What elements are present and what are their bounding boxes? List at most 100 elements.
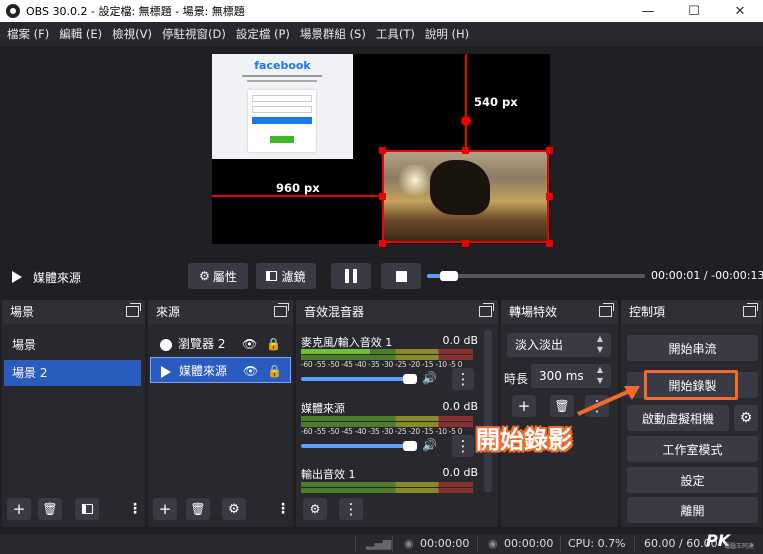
mixer-scrollbar[interactable]	[484, 330, 492, 492]
play-icon	[12, 271, 22, 283]
selection-box[interactable]	[382, 150, 549, 243]
lock-icon[interactable]: 🔒	[267, 358, 282, 384]
remove-source-button[interactable]: 🗑	[186, 498, 210, 520]
pause-icon	[345, 269, 357, 283]
stream-indicator-icon: ◉	[404, 537, 414, 550]
undock-icon[interactable]	[743, 303, 758, 317]
title-bar: OBS 30.0.2 - 設定檔: 無標題 - 場景: 無標題 — ☐ ✕	[0, 0, 763, 22]
source-label: 瀏覽器 2	[178, 337, 226, 351]
resize-handle[interactable]	[546, 147, 553, 154]
menu-view[interactable]: 檢視(V)	[107, 26, 157, 42]
gears-icon: ⚙	[309, 502, 321, 516]
plus-icon: +	[517, 397, 531, 415]
menu-scene-collection[interactable]: 場景群組 (S)	[295, 26, 371, 42]
volume-slider[interactable]	[301, 441, 417, 451]
maximize-button[interactable]: ☐	[671, 0, 717, 22]
scene-item[interactable]: 場景	[4, 332, 141, 358]
add-source-button[interactable]: +	[153, 498, 177, 520]
eye-icon[interactable]: 👁	[243, 358, 258, 384]
mixer-more-button[interactable]: ⋮	[339, 498, 363, 520]
stop-button[interactable]	[381, 263, 421, 289]
network-signal-icon: ▂▄▆	[366, 537, 392, 550]
settings-button[interactable]: 設定	[627, 467, 758, 493]
sources-dock: 來源 瀏覽器 2 👁 🔒 媒體來源 👁 🔒 + 🗑 ⚙ ⋮	[148, 300, 293, 527]
properties-button[interactable]: ⚙ 屬性	[188, 263, 248, 289]
menu-profile[interactable]: 設定檔 (P)	[231, 26, 295, 42]
annotation-callout: 開始錄影	[475, 425, 572, 454]
menu-file[interactable]: 檔案 (F)	[2, 26, 54, 42]
undock-icon[interactable]	[479, 303, 494, 317]
window-title: OBS 30.0.2 - 設定檔: 無標題 - 場景: 無標題	[26, 5, 245, 18]
remove-scene-button[interactable]: 🗑	[38, 498, 62, 520]
add-scene-button[interactable]: +	[7, 498, 31, 520]
select-arrows-icon[interactable]: ▲ ▼	[591, 333, 609, 357]
virtual-camera-settings-button[interactable]: ⚙	[734, 405, 758, 431]
status-divider	[477, 536, 478, 552]
more-icon: ⋮	[455, 370, 471, 388]
studio-mode-button[interactable]: 工作室模式	[627, 436, 758, 462]
lock-icon[interactable]: 🔒	[266, 331, 281, 357]
scene-filters-button[interactable]	[75, 498, 99, 520]
resize-handle[interactable]	[546, 193, 553, 200]
source-item-browser[interactable]: 瀏覽器 2 👁 🔒	[150, 331, 291, 357]
properties-label: 屬性	[212, 269, 237, 284]
minimize-button[interactable]: —	[625, 0, 671, 22]
menu-tools[interactable]: 工具(T)	[371, 26, 420, 42]
speaker-icon[interactable]: 🔊	[422, 438, 437, 452]
seek-knob[interactable]	[440, 271, 459, 281]
plus-icon: +	[158, 500, 172, 518]
controls-header: 控制項	[621, 300, 762, 324]
time-separator: /	[703, 269, 708, 282]
mixer-settings-button[interactable]: ⚙	[303, 498, 327, 520]
filters-button[interactable]: 濾鏡	[256, 263, 316, 289]
resize-handle[interactable]	[379, 147, 386, 154]
stream-time: 00:00:00	[420, 537, 470, 550]
speaker-icon[interactable]: 🔊	[422, 371, 437, 385]
controls-title: 控制項	[629, 305, 666, 319]
fb-subtitle-line-2	[247, 80, 317, 82]
sources-title: 來源	[156, 305, 181, 319]
undock-icon[interactable]	[274, 303, 289, 317]
channel-menu-button[interactable]: ⋮	[452, 435, 474, 457]
status-divider	[355, 536, 356, 552]
scene-item-selected[interactable]: 場景 2	[4, 360, 141, 386]
scene-more-icon[interactable]: ⋮	[128, 498, 142, 520]
source-item-media[interactable]: 媒體來源 👁 🔒	[150, 357, 291, 383]
gear-icon: ⚙	[228, 501, 240, 517]
add-transition-button[interactable]: +	[512, 395, 536, 417]
seek-slider[interactable]	[427, 271, 645, 281]
plus-icon: +	[12, 500, 26, 518]
undock-icon[interactable]	[599, 303, 614, 317]
gear-icon: ⚙	[739, 410, 753, 426]
browser-icon	[160, 338, 172, 351]
resize-handle[interactable]	[462, 240, 469, 247]
volume-knob[interactable]	[403, 374, 417, 384]
audio-mixer-dock: 音效混音器 麥克風/輸入音效 1 0.0 dB -60 -55 -50 -45 …	[296, 300, 498, 527]
media-time: 00:00:01 / -00:00:13	[651, 269, 763, 282]
eye-icon[interactable]: 👁	[242, 331, 257, 357]
channel-name: 媒體來源	[301, 402, 345, 415]
resize-handle[interactable]	[379, 240, 386, 247]
close-button[interactable]: ✕	[717, 0, 763, 22]
source-properties-button[interactable]: ⚙	[222, 498, 246, 520]
resize-handle[interactable]	[546, 240, 553, 247]
channel-name: 輸出音效 1	[301, 468, 356, 481]
menu-help[interactable]: 說明 (H)	[420, 26, 474, 42]
volume-knob[interactable]	[403, 441, 417, 451]
rotate-handle[interactable]	[461, 116, 471, 126]
browser-source-facebook[interactable]: facebook	[212, 54, 353, 159]
channel-menu-button[interactable]: ⋮	[452, 368, 474, 390]
volume-meter	[301, 488, 473, 493]
pause-button[interactable]	[331, 263, 371, 289]
undock-icon[interactable]	[126, 303, 141, 317]
exit-button[interactable]: 離開	[627, 497, 758, 523]
menu-docks[interactable]: 停駐視窗(D)	[157, 26, 231, 42]
start-streaming-button[interactable]: 開始串流	[627, 335, 758, 361]
more-icon: ⋮	[455, 437, 471, 455]
transitions-header: 轉場特效	[501, 300, 618, 324]
fb-login-card	[248, 90, 316, 152]
volume-slider[interactable]	[301, 374, 417, 384]
source-more-icon[interactable]: ⋮	[276, 498, 290, 520]
menu-edit[interactable]: 編輯 (E)	[54, 26, 107, 42]
fb-subtitle-line	[242, 75, 322, 77]
